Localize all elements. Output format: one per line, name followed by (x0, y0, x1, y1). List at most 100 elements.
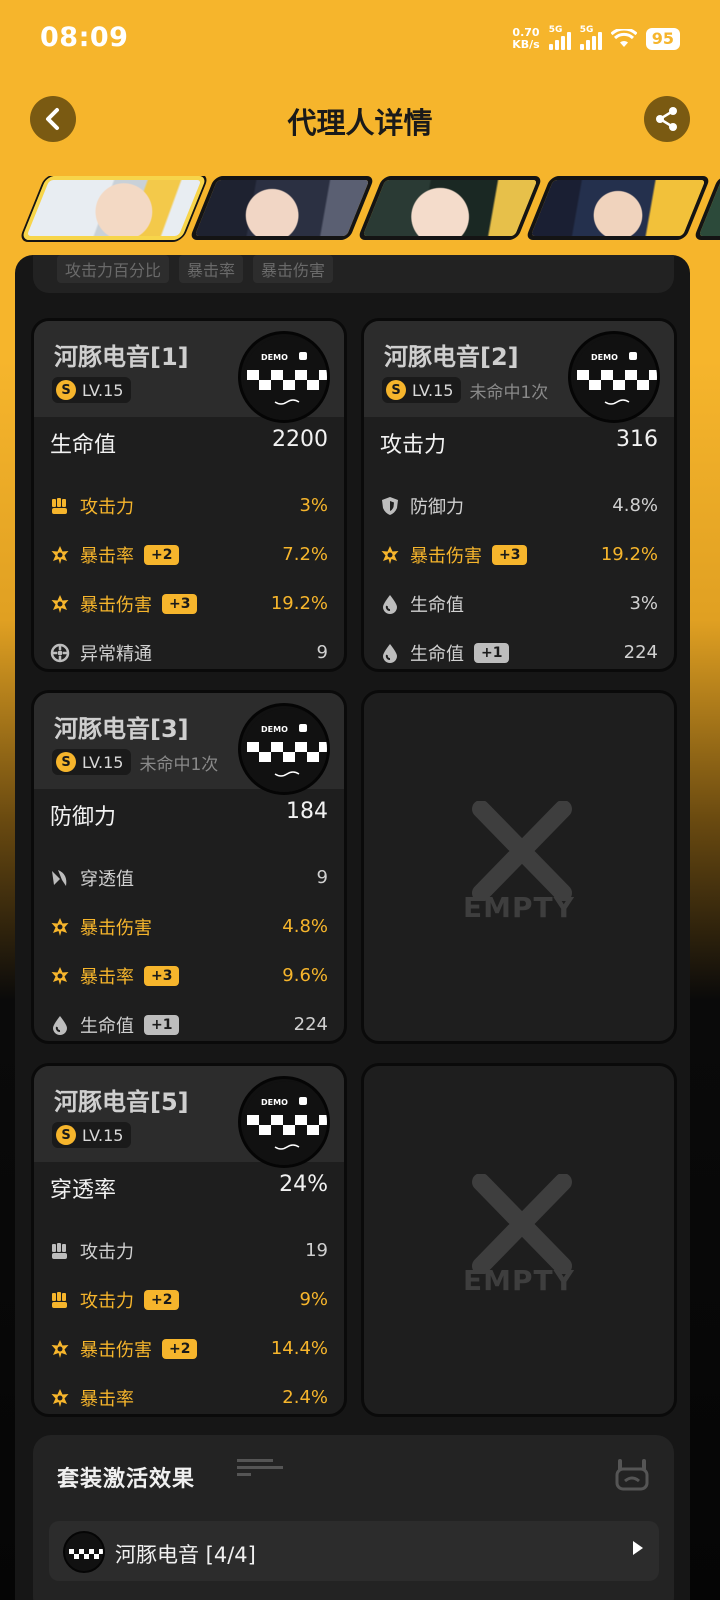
drop-icon (380, 594, 400, 614)
sub-stat-label: 异常精通 (80, 643, 152, 665)
pierce-icon (50, 868, 70, 888)
level-text: LV.15 (412, 380, 454, 400)
main-stat-label: 防御力 (50, 805, 117, 830)
share-button[interactable] (644, 96, 690, 142)
sub-stat-label: 攻击力 (80, 1241, 134, 1263)
main-stat-value: 184 (286, 799, 328, 824)
sub-stats: 防御力 4.8% 暴击伤害 +3 19.2% 生命值 3% 生命值 +1 224 (380, 481, 658, 669)
rank-s-icon: S (56, 1125, 76, 1145)
disc-image: DEMO (238, 1076, 330, 1168)
sub-stat-row: 异常精通 9 (50, 628, 328, 669)
agent-portrait-3[interactable] (357, 176, 543, 240)
upgrade-badge: +1 (144, 1014, 180, 1035)
upgrade-badge: +2 (162, 1338, 198, 1359)
disc-card-5[interactable]: 河豚电音[5] S LV.15 DEMO 穿透率 24% 攻击力 19 攻击力 … (31, 1063, 347, 1417)
crit-icon (50, 1388, 70, 1408)
disc-level-row: S LV.15 (52, 1122, 132, 1148)
clock: 08:09 (40, 22, 129, 53)
top-bar: 代理人详情 (0, 86, 720, 150)
disc-card-2[interactable]: 河豚电音[2] S LV.15 未命中1次 DEMO 攻击力 316 防御力 4… (361, 318, 677, 672)
disc-name: 河豚电音[1] (54, 343, 189, 371)
disc-card-1[interactable]: 河豚电音[1] S LV.15 DEMO 生命值 2200 攻击力 3% 暴击率… (31, 318, 347, 672)
sub-stat-row: 攻击力 19 (50, 1226, 328, 1275)
set-effect-item[interactable]: 河豚电音 [4/4] (49, 1521, 659, 1581)
disc-level: S LV.15 (52, 749, 132, 775)
upgrade-badge: +1 (474, 642, 510, 663)
set-effects-card: 套装激活效果 河豚电音 [4/4] (33, 1435, 674, 1600)
sub-stat-label: 攻击力 (80, 496, 134, 518)
sub-stat-value: 224 (623, 642, 658, 663)
rank-s-icon: S (56, 752, 76, 772)
sub-stat-label: 暴击伤害 (80, 917, 152, 939)
battery-icon: 95 (645, 28, 680, 50)
svg-text:DEMO: DEMO (261, 1098, 288, 1107)
share-icon (656, 107, 677, 131)
sub-stat-label: 生命值 (410, 594, 464, 616)
empty-x-icon (472, 1174, 572, 1274)
disc-header: 河豚电音[3] S LV.15 未命中1次 DEMO (34, 693, 344, 795)
shield-icon (380, 496, 400, 516)
disc-name: 河豚电音[5] (54, 1088, 189, 1116)
sub-stat-value: 224 (293, 1014, 328, 1035)
sub-stat-value: 9 (316, 867, 328, 888)
upgrade-badge: +2 (144, 1289, 180, 1310)
crit-icon (380, 545, 400, 565)
sub-stat-label: 暴击伤害 (80, 594, 152, 616)
empty-disc-slot-6[interactable]: EMPTY (361, 1063, 677, 1417)
sub-stats: 攻击力 19 攻击力 +2 9% 暴击伤害 +2 14.4% 暴击率 2.4% (50, 1226, 328, 1414)
sub-stat-row: 攻击力 3% (50, 481, 328, 530)
agent-portrait-2[interactable] (189, 176, 375, 240)
agent-portrait-4[interactable] (525, 176, 711, 240)
empty-disc-slot-4[interactable]: EMPTY (361, 690, 677, 1044)
sub-stat-value: 19 (305, 1240, 328, 1261)
sub-stat-row: 暴击伤害 +2 14.4% (50, 1324, 328, 1373)
sub-stat-label: 暴击率 (80, 545, 134, 567)
sub-stat-label: 生命值 (410, 643, 464, 665)
level-text: LV.15 (82, 380, 124, 400)
rank-s-icon: S (56, 380, 76, 400)
sub-stat-row: 暴击率 2.4% (50, 1373, 328, 1414)
disc-card-3[interactable]: 河豚电音[3] S LV.15 未命中1次 DEMO 防御力 184 穿透值 9… (31, 690, 347, 1044)
sub-stat-label: 生命值 (80, 1015, 134, 1037)
main-stat-label: 穿透率 (50, 1178, 117, 1203)
sub-stat-row: 暴击伤害 +3 19.2% (50, 579, 328, 628)
status-bar: 08:09 0.70 KB/s 5G 5G 95 (0, 0, 720, 78)
drop-icon (50, 1015, 70, 1035)
sub-stat-row: 暴击率 +2 7.2% (50, 530, 328, 579)
set-effects-title: 套装激活效果 (57, 1467, 196, 1492)
disc-header: 河豚电音[1] S LV.15 DEMO (34, 321, 344, 423)
sub-stat-value: 4.8% (612, 495, 658, 516)
main-stat-label: 生命值 (50, 433, 117, 458)
main-stat-value: 24% (279, 1172, 328, 1197)
upgrade-badge: +3 (492, 544, 528, 565)
wifi-icon (610, 29, 637, 47)
sub-stats: 穿透值 9 暴击伤害 4.8% 暴击率 +3 9.6% 生命值 +1 224 (50, 853, 328, 1041)
upgrade-badge: +3 (162, 593, 198, 614)
disc-name: 河豚电音[2] (384, 343, 519, 371)
decoration (237, 1459, 283, 1485)
main-stat-value: 316 (616, 427, 658, 452)
sub-stat-value: 2.4% (282, 1387, 328, 1408)
crit-icon (50, 594, 70, 614)
stat-filter-card: 攻击力百分比 暴击率 暴击伤害 (33, 255, 674, 293)
empty-label: EMPTY (463, 891, 575, 924)
sub-stat-value: 3% (299, 495, 328, 516)
fist-icon (50, 496, 70, 516)
svg-text:DEMO: DEMO (261, 725, 288, 734)
sub-stat-value: 3% (629, 593, 658, 614)
upgrade-badge: +3 (144, 965, 180, 986)
sub-stat-label: 暴击率 (80, 1388, 134, 1410)
crit-icon (50, 545, 70, 565)
page-title: 代理人详情 (287, 106, 433, 140)
fist-icon (50, 1290, 70, 1310)
fist-icon (50, 1241, 70, 1261)
sub-stat-value: 9 (316, 642, 328, 663)
disc-level: S LV.15 (52, 377, 132, 403)
agent-portrait-1[interactable] (21, 176, 207, 240)
disc-level-row: S LV.15 (52, 377, 132, 403)
svg-text:DEMO: DEMO (591, 353, 618, 362)
disc-header: 河豚电音[5] S LV.15 DEMO (34, 1066, 344, 1168)
sub-stat-value: 14.4% (270, 1338, 328, 1359)
disc-panel: 攻击力百分比 暴击率 暴击伤害 河豚电音[1] S LV.15 DEMO 生命值… (15, 255, 690, 1600)
net-speed: 0.70 KB/s (512, 26, 540, 51)
